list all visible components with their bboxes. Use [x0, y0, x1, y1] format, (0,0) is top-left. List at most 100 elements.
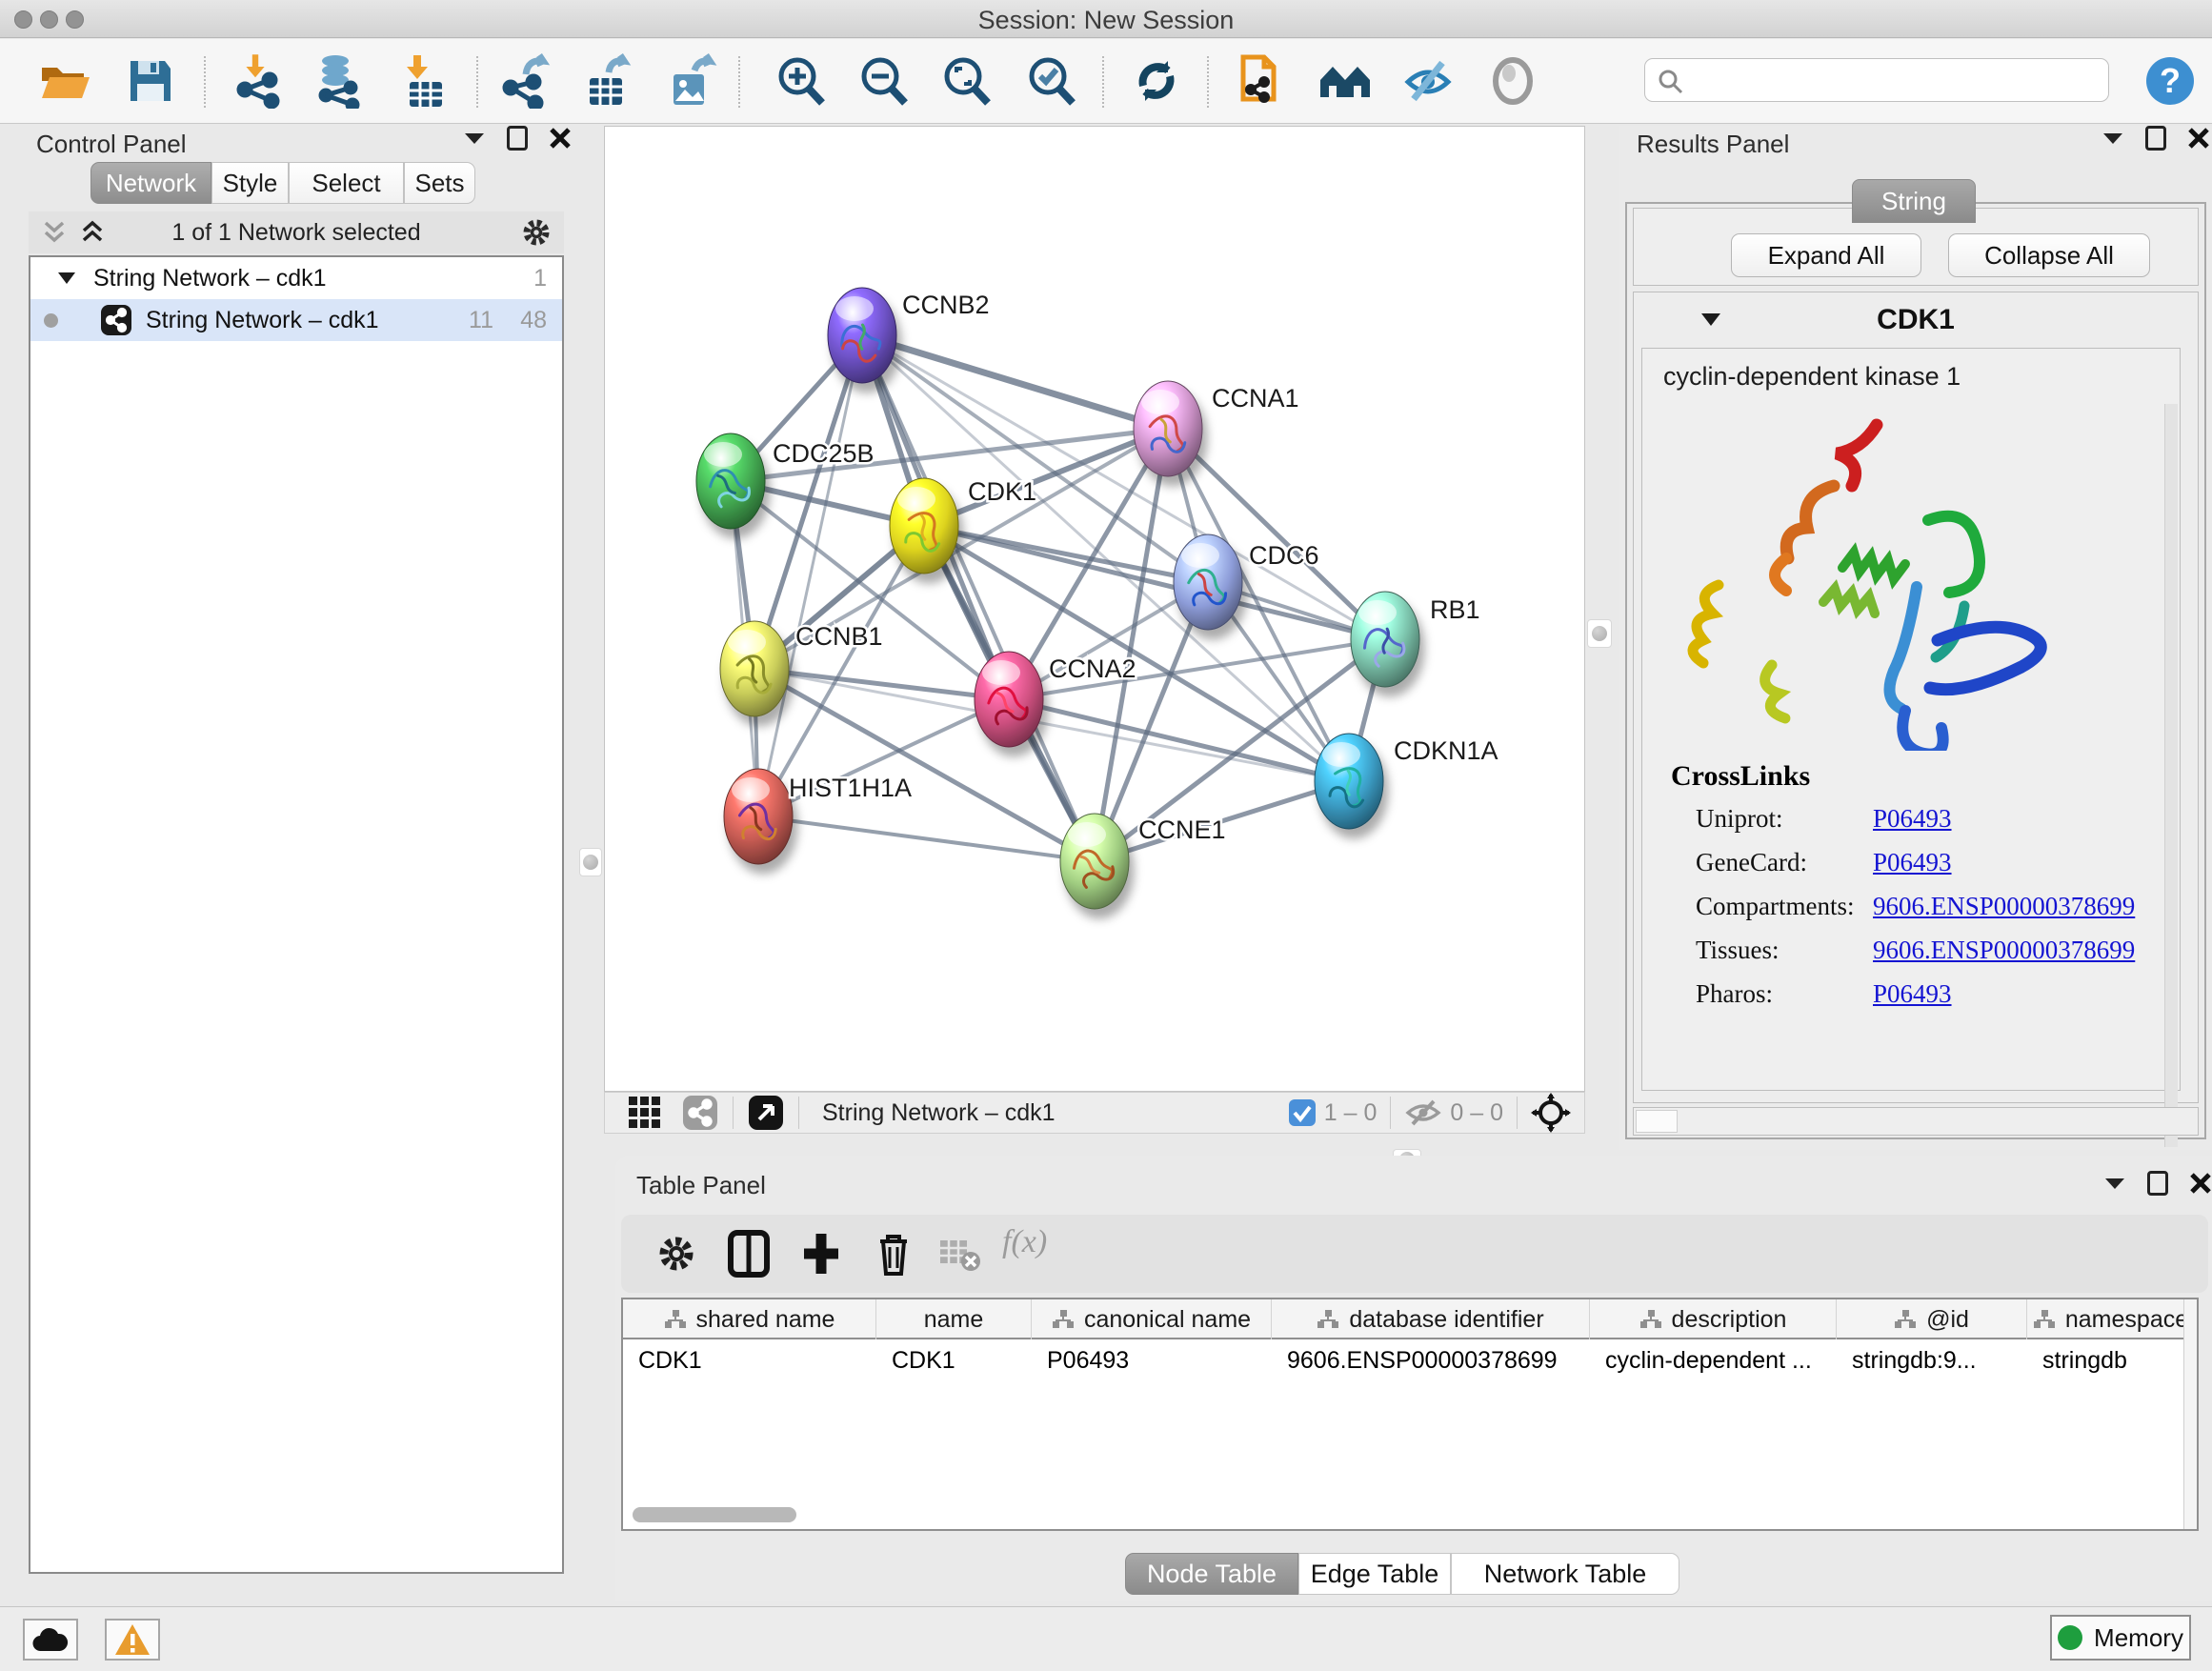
- save-session-button[interactable]: [122, 52, 179, 110]
- protein-section-header[interactable]: CDK1: [1634, 292, 2198, 346]
- table-options-button[interactable]: [648, 1225, 705, 1282]
- crosslink-link[interactable]: P06493: [1873, 848, 1952, 877]
- cloud-status-button[interactable]: [23, 1619, 78, 1661]
- crosslink-link[interactable]: 9606.ENSP00000378699: [1873, 892, 2135, 921]
- table-cell[interactable]: cyclin-dependent ...: [1590, 1339, 1837, 1381]
- search-input[interactable]: [1644, 58, 2109, 102]
- node-CCNB2[interactable]: [828, 288, 896, 383]
- refresh-layout-button[interactable]: [1128, 52, 1185, 110]
- birds-eye-grid-icon[interactable]: [628, 1096, 662, 1130]
- table-header-row[interactable]: shared namenamecanonical namedatabase id…: [623, 1299, 2199, 1339]
- import-network-database-button[interactable]: [310, 52, 367, 110]
- column-header-canonical-name[interactable]: canonical name: [1032, 1299, 1272, 1339]
- function-builder-button[interactable]: f(x): [1002, 1224, 1047, 1260]
- delete-table-button[interactable]: [932, 1225, 989, 1282]
- open-session-button[interactable]: [36, 52, 93, 110]
- table-cell[interactable]: stringdb:9...: [1837, 1339, 2027, 1381]
- first-neighbors-button[interactable]: [1317, 52, 1374, 110]
- tab-string[interactable]: String: [1852, 179, 1976, 223]
- node-CDC6[interactable]: [1174, 534, 1242, 630]
- create-column-button[interactable]: [793, 1225, 850, 1282]
- column-header-namespace[interactable]: namespace: [2027, 1299, 2195, 1339]
- node-CCNA2[interactable]: [975, 652, 1043, 747]
- zoom-out-button[interactable]: [855, 52, 912, 110]
- collapse-all-button[interactable]: Collapse All: [1948, 233, 2150, 277]
- edge-HIST1H1A-CCNE1[interactable]: [758, 816, 1095, 861]
- network-graph[interactable]: CCNB2CCNA1CDC25BCDK1CDC6RB1CCNB1CCNA2CDK…: [605, 127, 1584, 1091]
- tab-node-table[interactable]: Node Table: [1125, 1553, 1298, 1595]
- float-panel-button[interactable]: [507, 126, 528, 151]
- tab-network[interactable]: Network: [90, 162, 211, 204]
- warnings-button[interactable]: [105, 1619, 160, 1661]
- node-CDKN1A[interactable]: [1315, 734, 1383, 829]
- export-image-button[interactable]: [663, 52, 720, 110]
- node-CDK1[interactable]: [890, 478, 958, 574]
- table-cell[interactable]: CDK1: [876, 1339, 1032, 1381]
- fit-selected-crosshair-icon[interactable]: [1531, 1093, 1571, 1133]
- column-header--id[interactable]: @id: [1837, 1299, 2027, 1339]
- close-panel-icon[interactable]: [2189, 1172, 2212, 1195]
- panel-menu-icon[interactable]: [2101, 130, 2124, 147]
- node-table[interactable]: shared namenamecanonical namedatabase id…: [621, 1298, 2199, 1531]
- table-horizontal-scrollbar[interactable]: [633, 1507, 2185, 1524]
- zoom-in-button[interactable]: [772, 52, 829, 110]
- zoom-selected-button[interactable]: [1022, 52, 1079, 110]
- export-network-button[interactable]: [498, 52, 555, 110]
- tab-network-table[interactable]: Network Table: [1451, 1553, 1679, 1595]
- results-horizontal-scrollbar[interactable]: [1633, 1107, 2199, 1136]
- column-header-database-identifier[interactable]: database identifier: [1272, 1299, 1590, 1339]
- string-import-button[interactable]: [1231, 52, 1288, 110]
- hide-selected-button[interactable]: [1399, 52, 1457, 110]
- table-cell[interactable]: stringdb: [2027, 1339, 2195, 1381]
- node-CDC25B[interactable]: [696, 433, 765, 529]
- close-panel-icon[interactable]: [2187, 127, 2210, 150]
- collapse-arrow-icon[interactable]: [57, 271, 76, 286]
- show-graphics-button[interactable]: [1484, 52, 1541, 110]
- node-CCNB1[interactable]: [720, 621, 789, 716]
- expand-all-button[interactable]: Expand All: [1731, 233, 1921, 277]
- table-cell[interactable]: 9606.ENSP00000378699: [1272, 1339, 1590, 1381]
- float-panel-button[interactable]: [2145, 126, 2166, 151]
- tab-sets[interactable]: Sets: [404, 162, 475, 204]
- left-splitter-grip[interactable]: [579, 848, 602, 876]
- import-network-file-button[interactable]: [231, 52, 288, 110]
- column-header-shared-name[interactable]: shared name: [623, 1299, 876, 1339]
- tab-edge-table[interactable]: Edge Table: [1298, 1553, 1451, 1595]
- memory-button[interactable]: Memory: [2050, 1615, 2191, 1661]
- crosslink-link[interactable]: 9606.ENSP00000378699: [1873, 936, 2135, 965]
- delete-column-button[interactable]: [865, 1225, 922, 1282]
- edge-CCNB2-HIST1H1A[interactable]: [758, 335, 862, 816]
- network-row[interactable]: String Network – cdk1 11 48: [30, 299, 562, 341]
- crosslink-link[interactable]: P06493: [1873, 804, 1952, 834]
- hidden-eye-icon[interactable]: [1404, 1097, 1442, 1128]
- network-canvas[interactable]: CCNB2CCNA1CDC25BCDK1CDC6RB1CCNB1CCNA2CDK…: [604, 126, 1585, 1092]
- network-collection-row[interactable]: String Network – cdk1 1: [30, 257, 562, 299]
- node-CCNE1[interactable]: [1060, 814, 1129, 909]
- panel-menu-icon[interactable]: [2103, 1175, 2126, 1192]
- tab-style[interactable]: Style: [211, 162, 289, 204]
- edge-CCNB2-CCNB1[interactable]: [754, 335, 862, 669]
- import-table-button[interactable]: [397, 52, 454, 110]
- column-header-name[interactable]: name: [876, 1299, 1032, 1339]
- column-header-description[interactable]: description: [1590, 1299, 1837, 1339]
- edge-CCNB1-CCNA2[interactable]: [754, 669, 1009, 699]
- close-panel-icon[interactable]: [549, 127, 572, 150]
- table-vertical-scrollbar[interactable]: [2183, 1299, 2197, 1529]
- node-HIST1H1A[interactable]: [724, 769, 793, 864]
- export-table-button[interactable]: [579, 52, 636, 110]
- string-style-icon[interactable]: [681, 1094, 719, 1132]
- show-columns-button[interactable]: [720, 1225, 777, 1282]
- edge-CCNB2-CCNA1[interactable]: [862, 335, 1168, 429]
- help-button[interactable]: ?: [2142, 52, 2199, 110]
- crosslink-link[interactable]: P06493: [1873, 979, 1952, 1009]
- selected-checkbox-icon[interactable]: [1288, 1098, 1317, 1127]
- results-vertical-scrollbar[interactable]: [2164, 404, 2178, 1147]
- node-CCNA1[interactable]: [1134, 381, 1202, 476]
- float-panel-button[interactable]: [2147, 1171, 2168, 1196]
- table-cell[interactable]: P06493: [1032, 1339, 1272, 1381]
- network-options-gear-icon[interactable]: [520, 216, 553, 249]
- tab-select[interactable]: Select: [289, 162, 404, 204]
- table-row[interactable]: CDK1CDK1P064939606.ENSP00000378699cyclin…: [623, 1339, 2199, 1381]
- node-RB1[interactable]: [1351, 592, 1419, 687]
- open-in-window-icon[interactable]: [747, 1094, 785, 1132]
